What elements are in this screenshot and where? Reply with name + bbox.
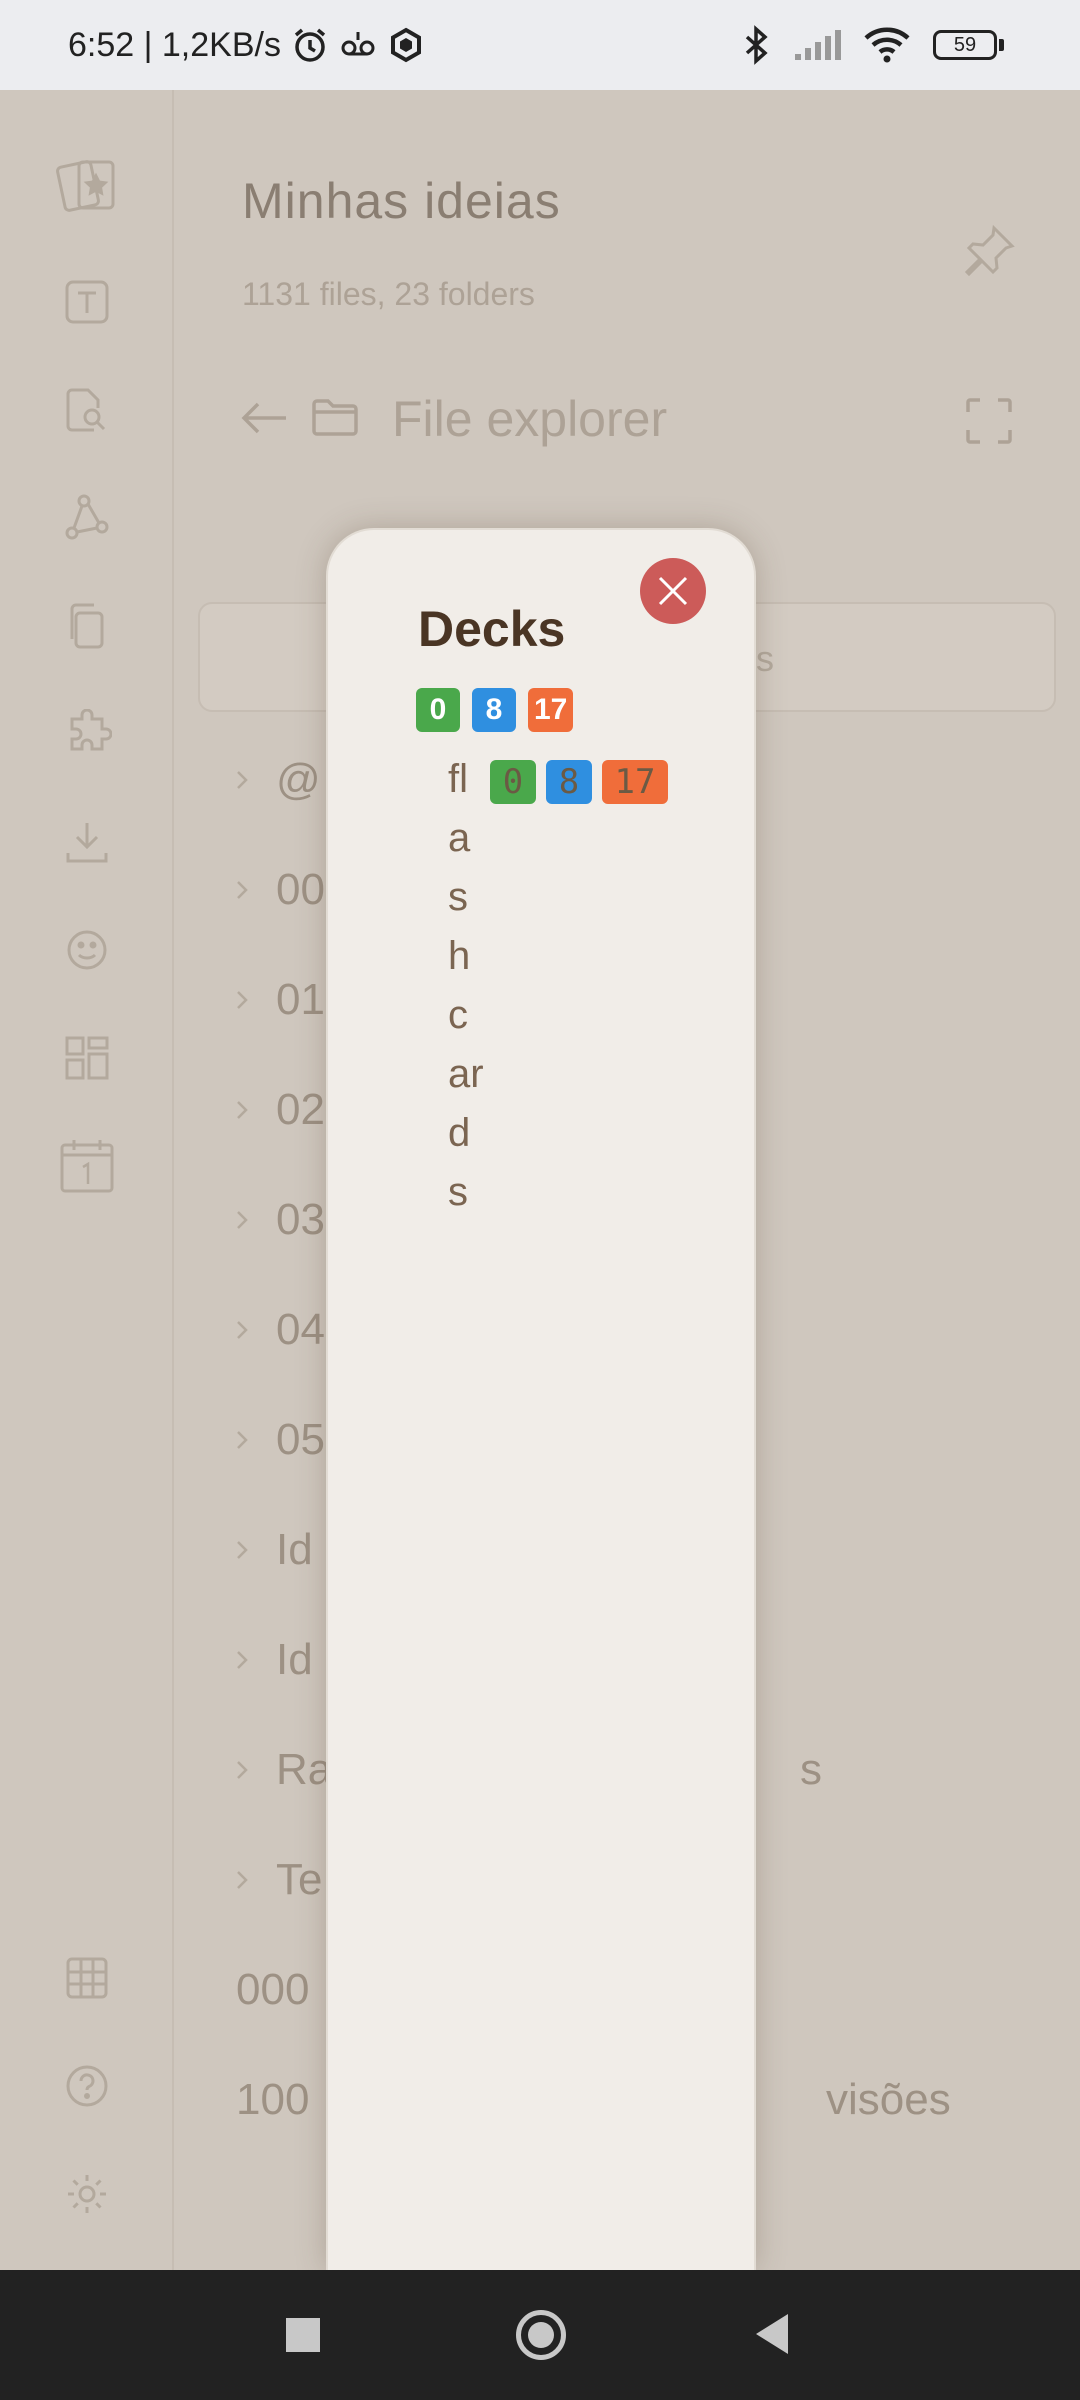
vault-stats: 1131 files, 23 folders: [242, 276, 535, 312]
battery-indicator: 59: [933, 30, 1004, 60]
tree-folder-label: 04: [276, 1305, 325, 1354]
face-ribbon-icon[interactable]: [55, 918, 119, 982]
search-file-ribbon-icon[interactable]: [55, 378, 119, 442]
tree-folder-row[interactable]: 01: [230, 965, 325, 1035]
tree-folder-label: 02: [276, 1085, 325, 1134]
tree-folder-row[interactable]: 00: [230, 855, 325, 925]
tree-folder-row[interactable]: 03: [230, 1185, 325, 1255]
dashboard-ribbon-icon[interactable]: [55, 1026, 119, 1090]
battery-level: 59: [933, 30, 997, 60]
tree-file-label: 100: [236, 2075, 310, 2124]
modal-title: Decks: [418, 601, 566, 657]
wifi-icon: [863, 26, 911, 64]
chevron-right-icon: [237, 1321, 248, 1339]
chevron-right-icon: [237, 991, 248, 1009]
folder-icon: [310, 392, 360, 442]
tree-file-label-suffix: visões: [826, 2075, 951, 2124]
home-button[interactable]: [516, 2310, 566, 2360]
deck-new-badge: 0: [490, 760, 536, 804]
search-placeholder-fragment: s: [756, 638, 774, 679]
status-right: 59: [741, 0, 1004, 90]
tree-file-row[interactable]: 000: [236, 1955, 309, 2025]
tree-folder-row[interactable]: 02: [230, 1075, 325, 1145]
status-time: 6:52 | 1,2KB/s: [68, 25, 281, 64]
close-button[interactable]: [640, 558, 706, 624]
tree-folder-label: Te: [276, 1855, 323, 1904]
box-app-icon: [387, 26, 425, 64]
grid-ribbon-icon[interactable]: [55, 1946, 119, 2010]
calendar-ribbon-icon[interactable]: [55, 1134, 119, 1198]
alarm-icon: [291, 26, 329, 64]
file-explorer-title: File explorer: [392, 391, 668, 447]
chevron-right-icon: [237, 1761, 248, 1779]
status-bar: 6:52 | 1,2KB/s 59: [0, 0, 1080, 90]
tree-folder-label: Ra: [276, 1745, 333, 1794]
tree-file-label: 000: [236, 1965, 310, 2014]
deck-learning-badge: 8: [546, 760, 592, 804]
chevron-right-icon: [237, 1431, 248, 1449]
tree-folder-label: 01: [276, 975, 325, 1024]
chevron-right-icon: [237, 1211, 248, 1229]
fullscreen-icon[interactable]: [964, 396, 1014, 446]
tree-folder-label: Id: [276, 1525, 313, 1574]
back-button[interactable]: [756, 2314, 788, 2354]
recent-apps-button[interactable]: [286, 2318, 320, 2352]
tree-file-row[interactable]: 100: [236, 2065, 309, 2135]
flashcards-ribbon-icon[interactable]: [55, 152, 119, 216]
graph-ribbon-icon[interactable]: [55, 486, 119, 550]
system-nav-bar: [0, 2270, 1080, 2400]
help-icon[interactable]: [55, 2054, 119, 2118]
tree-folder-row[interactable]: @: [230, 745, 321, 815]
tree-folder-row[interactable]: Te: [230, 1845, 322, 1915]
vault-title: Minhas ideias: [242, 173, 561, 229]
decks-modal: Decks 0 8 17 flashcards 0 8 17: [326, 528, 756, 2270]
tree-folder-label: 03: [276, 1195, 325, 1244]
chevron-right-icon: [237, 1651, 248, 1669]
voicemail-icon: [339, 26, 377, 64]
tree-folder-label: 00: [276, 865, 325, 914]
chevron-right-icon: [237, 881, 248, 899]
learning-count-badge: 8: [472, 688, 516, 732]
deck-due-badge: 17: [602, 760, 668, 804]
settings-gear-icon[interactable]: [55, 2162, 119, 2226]
tree-folder-label: @: [276, 755, 321, 804]
home-button-dot: [528, 2322, 554, 2348]
tree-folder-label-suffix: s: [800, 1745, 822, 1794]
tree-folder-row[interactable]: Ra: [230, 1735, 332, 1805]
deck-totals: 0 8 17: [416, 688, 574, 732]
due-count-badge: 17: [528, 688, 574, 732]
tree-folder-row[interactable]: Id: [230, 1515, 313, 1585]
puzzle-ribbon-icon[interactable]: [55, 702, 119, 766]
download-ribbon-icon[interactable]: [55, 810, 119, 874]
tree-folder-row[interactable]: 05: [230, 1405, 325, 1475]
tree-folder-label: 05: [276, 1415, 325, 1464]
back-arrow-icon[interactable]: [236, 390, 292, 446]
template-ribbon-icon[interactable]: [55, 270, 119, 334]
left-ribbon: [0, 90, 174, 2270]
chevron-right-icon: [237, 1101, 248, 1119]
deck-counts: 0 8 17: [490, 760, 668, 804]
deck-item[interactable]: flashcards 0 8 17: [448, 750, 708, 1222]
bluetooth-icon: [741, 25, 771, 65]
status-left: 6:52 | 1,2KB/s: [68, 0, 425, 90]
new-count-badge: 0: [416, 688, 460, 732]
chevron-right-icon: [237, 1541, 248, 1559]
close-icon: [658, 576, 688, 606]
deck-name[interactable]: flashcards: [448, 750, 490, 1222]
chevron-right-icon: [237, 1871, 248, 1889]
tree-folder-row[interactable]: 04: [230, 1295, 325, 1365]
signal-icon: [793, 28, 841, 62]
chevron-right-icon: [237, 771, 248, 789]
battery-tip: [999, 39, 1004, 51]
tree-folder-label: Id: [276, 1635, 313, 1684]
pin-icon[interactable]: [960, 220, 1020, 280]
copy-ribbon-icon[interactable]: [55, 594, 119, 658]
tree-folder-row[interactable]: Id: [230, 1625, 313, 1695]
